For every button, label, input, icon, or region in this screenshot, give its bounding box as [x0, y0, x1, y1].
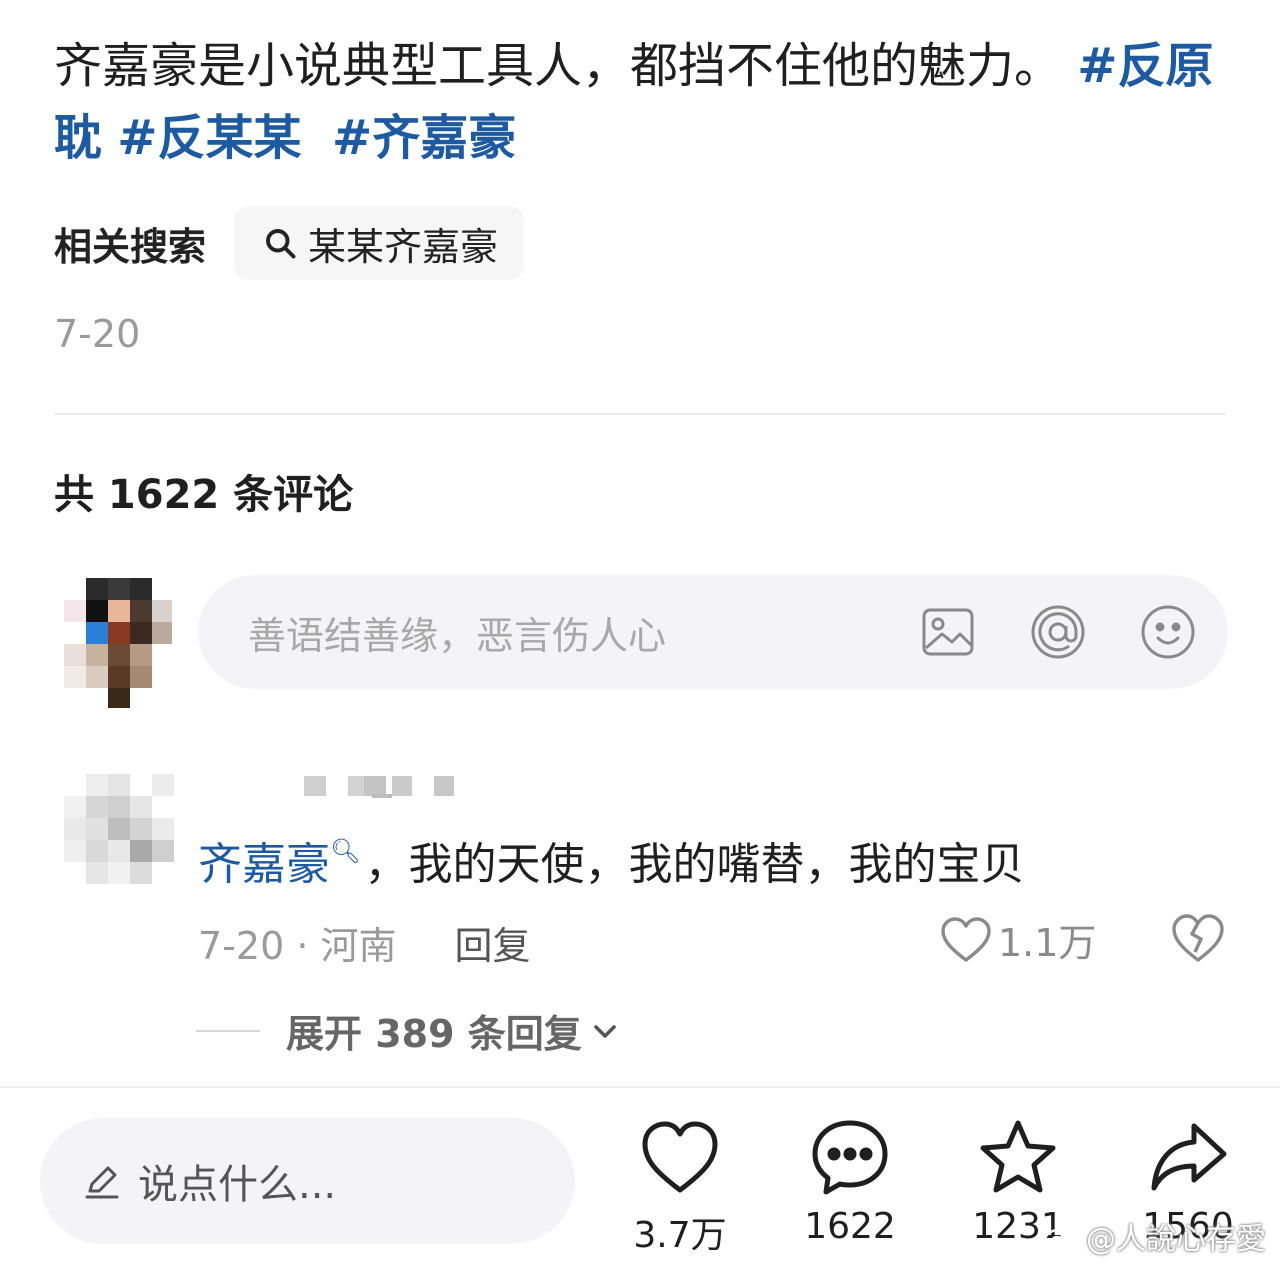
watermark-text: @人說心存愛 — [1086, 1222, 1266, 1257]
comment-text: 齐嘉豪🔍︎，我的天使，我的嘴替，我的宝贝 — [198, 828, 1024, 892]
avatar[interactable] — [64, 774, 174, 884]
weibo-watermark: @人說心存愛 — [1042, 1214, 1266, 1258]
pencil-icon — [85, 1166, 119, 1199]
comment-date-location: 7-20 · 河南 — [198, 924, 397, 968]
expand-replies-button[interactable]: 展开 389 条回复 — [196, 1003, 620, 1058]
hashtag-link[interactable]: #齐嘉豪 — [332, 110, 516, 166]
heart-icon — [642, 1121, 718, 1193]
search-icon — [266, 229, 296, 259]
star-icon — [980, 1120, 1056, 1193]
comment-like-button[interactable]: 1.1万 — [940, 912, 1096, 967]
comment-username-redacted[interactable] — [300, 772, 460, 800]
hashtag-link[interactable]: #反某某 — [117, 110, 301, 166]
comment-bubble-icon — [812, 1120, 888, 1195]
avatar[interactable] — [62, 578, 174, 708]
like-button[interactable]: 3.7万 — [610, 1118, 750, 1258]
related-search-chip[interactable]: 某某齐嘉豪 — [234, 206, 525, 280]
divider — [196, 1029, 260, 1032]
heart-icon — [941, 916, 991, 962]
comment-button[interactable]: 1622 — [780, 1118, 920, 1258]
emoji-icon[interactable] — [1140, 604, 1196, 660]
comment-like-count: 1.1万 — [998, 921, 1097, 965]
comment-input[interactable]: 善语结善缘，恶言伤人心 — [198, 575, 1228, 689]
related-search-query: 某某齐嘉豪 — [308, 224, 499, 269]
divider — [54, 413, 1226, 415]
comment-meta: 7-20 · 河南 回复 — [198, 915, 531, 970]
weibo-icon — [1043, 1223, 1080, 1252]
say-something-placeholder: 说点什么... — [138, 1162, 337, 1208]
share-arrow-icon — [1151, 1123, 1227, 1191]
comment-input-placeholder: 善语结善缘，恶言伤人心 — [248, 613, 667, 658]
image-icon[interactable] — [920, 604, 976, 660]
search-icon[interactable]: 🔍︎ — [330, 837, 360, 865]
comment-count-heading: 共 1622 条评论 — [54, 472, 354, 518]
at-icon[interactable] — [1030, 604, 1086, 660]
comment-body: ，我的天使，我的嘴替，我的宝贝 — [364, 839, 1025, 890]
like-count: 3.7万 — [633, 1215, 727, 1256]
broken-heart-icon[interactable] — [1170, 912, 1226, 964]
comment-mention-link[interactable]: 齐嘉豪 — [198, 839, 330, 890]
comment-count: 1622 — [804, 1206, 896, 1247]
post-text: 齐嘉豪是小说典型工具人，都挡不住他的魅力。 #反原耽 #反某某 #齐嘉豪 — [54, 30, 1234, 174]
post-body: 齐嘉豪是小说典型工具人，都挡不住他的魅力。 — [54, 38, 1063, 94]
related-search-label: 相关搜索 — [54, 224, 207, 269]
post-date: 7-20 — [54, 312, 141, 356]
expand-replies-label: 展开 389 条回复 — [286, 1012, 582, 1056]
reply-button[interactable]: 回复 — [454, 915, 530, 970]
chevron-down-icon — [593, 1024, 616, 1038]
say-something-input[interactable]: 说点什么... — [40, 1118, 575, 1244]
related-search: 相关搜索 某某齐嘉豪 — [54, 206, 525, 280]
